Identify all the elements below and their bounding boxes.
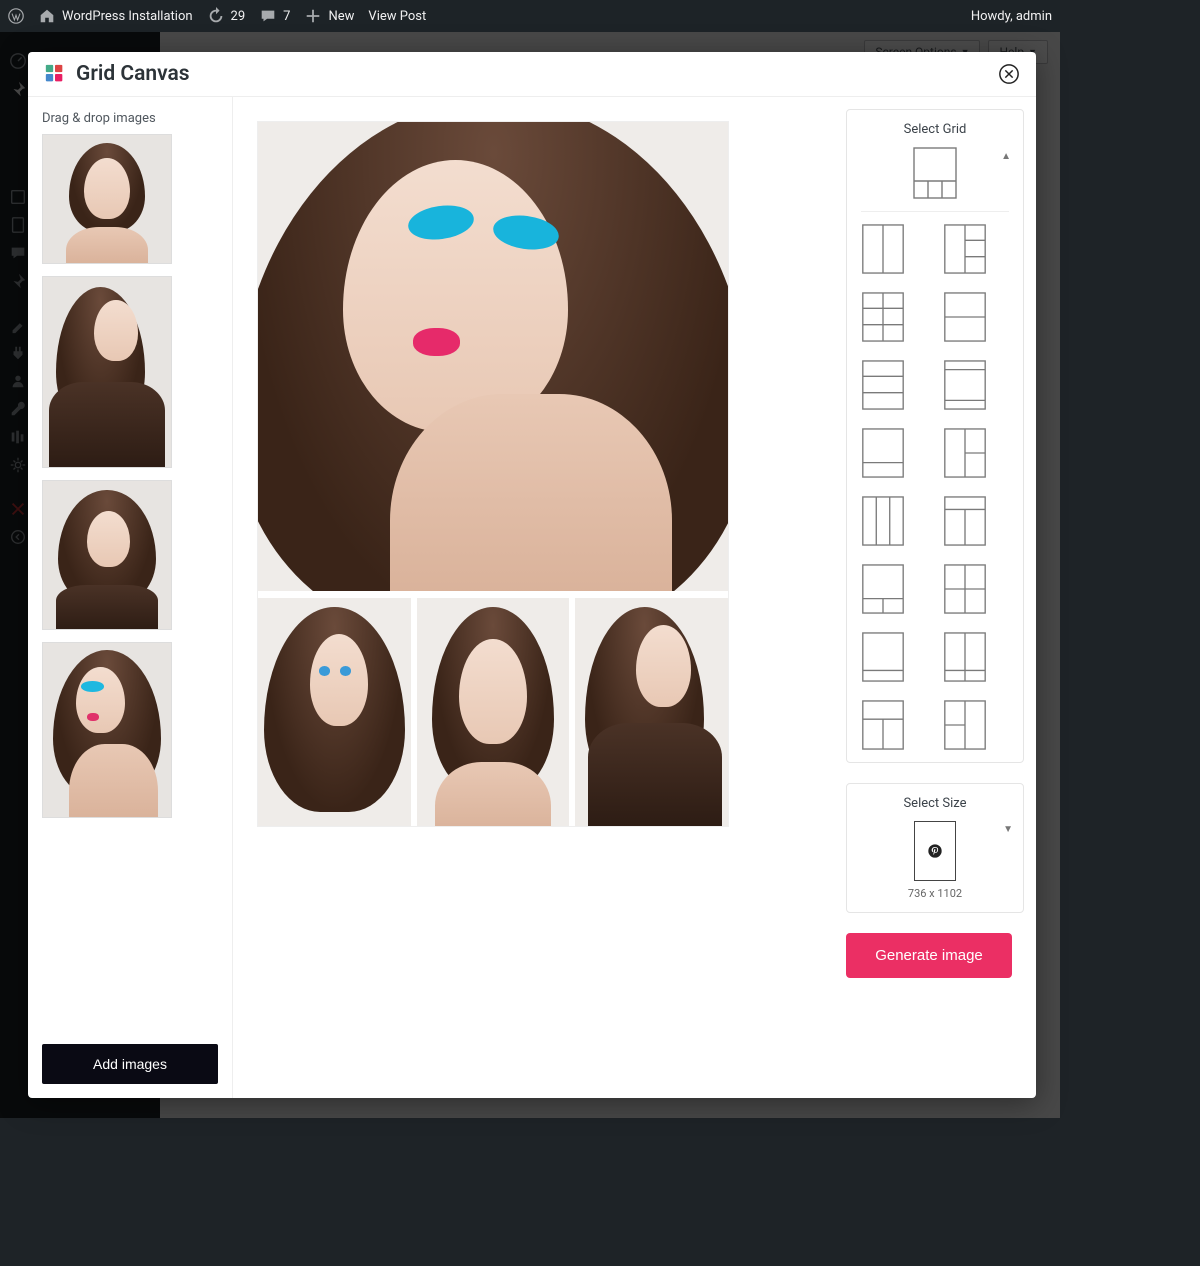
refresh-icon: [207, 7, 225, 25]
source-thumb[interactable]: [42, 134, 172, 264]
grid-layout-option[interactable]: [943, 700, 1009, 750]
grid-canvas-logo-icon: [44, 63, 66, 85]
grid-layout-option[interactable]: [943, 632, 1009, 682]
grid-layout-option[interactable]: [861, 564, 927, 614]
generate-image-button[interactable]: Generate image: [846, 933, 1012, 978]
comments-count: 7: [283, 9, 290, 24]
wp-logo-icon[interactable]: [8, 8, 24, 24]
plus-icon: [304, 7, 322, 25]
modal-title: Grid Canvas: [76, 62, 190, 86]
right-panel: Select Grid ▲: [846, 97, 1036, 1098]
chevron-up-icon: ▲: [1001, 151, 1011, 162]
grid-layout-option[interactable]: [943, 428, 1009, 478]
select-size-title: Select Size: [861, 796, 1009, 811]
grid-cell-main[interactable]: [258, 122, 728, 592]
thumbs-list: [42, 134, 218, 1028]
select-size-card[interactable]: Select Size 736 x 1102 ▼: [846, 783, 1024, 913]
grid-layout-option[interactable]: [943, 224, 1009, 274]
view-post[interactable]: View Post: [368, 9, 426, 24]
drag-drop-hint: Drag & drop images: [42, 111, 218, 126]
thumbs-panel: Drag & drop images: [28, 97, 233, 1098]
canvas-area: [233, 97, 846, 1098]
grid-cell-small[interactable]: [258, 598, 411, 826]
grid-layout-option[interactable]: [943, 292, 1009, 342]
grid-canvas-modal: Grid Canvas Drag & drop images: [28, 52, 1036, 1098]
howdy-user[interactable]: Howdy, admin: [971, 9, 1052, 24]
pinterest-icon: [927, 843, 943, 859]
wp-admin-bar: WordPress Installation 29 7 New View Pos…: [0, 0, 1060, 32]
select-grid-card: Select Grid ▲: [846, 109, 1024, 763]
comments[interactable]: 7: [259, 7, 290, 25]
home-icon: [38, 7, 56, 25]
site-title: WordPress Installation: [62, 9, 193, 24]
close-icon[interactable]: [998, 63, 1020, 85]
comment-icon: [259, 7, 277, 25]
select-grid-title: Select Grid: [861, 122, 1009, 137]
grid-layout-option[interactable]: [861, 292, 927, 342]
grid-canvas[interactable]: [257, 121, 729, 827]
grid-cell-small[interactable]: [575, 598, 728, 826]
updates-count: 29: [231, 9, 246, 24]
chevron-down-icon: ▼: [1003, 824, 1013, 835]
new-item[interactable]: New: [304, 7, 354, 25]
size-preview: [914, 821, 956, 881]
grid-layout-option[interactable]: [861, 700, 927, 750]
site-home[interactable]: WordPress Installation: [38, 7, 193, 25]
grid-layout-option[interactable]: [861, 496, 927, 546]
grid-layout-option[interactable]: [943, 564, 1009, 614]
grid-layout-option[interactable]: [861, 360, 927, 410]
grid-layout-option[interactable]: [861, 632, 927, 682]
grid-cell-small[interactable]: [417, 598, 570, 826]
updates[interactable]: 29: [207, 7, 246, 25]
grid-options: [861, 224, 1009, 750]
grid-layout-option[interactable]: [943, 360, 1009, 410]
grid-current[interactable]: ▲: [861, 147, 1009, 199]
new-label: New: [328, 9, 354, 24]
add-images-button[interactable]: Add images: [42, 1044, 218, 1084]
grid-layout-option[interactable]: [943, 496, 1009, 546]
modal-header: Grid Canvas: [28, 52, 1036, 97]
source-thumb[interactable]: [42, 276, 172, 468]
grid-layout-option[interactable]: [861, 428, 927, 478]
source-thumb[interactable]: [42, 480, 172, 630]
size-dimensions: 736 x 1102: [861, 887, 1009, 900]
source-thumb[interactable]: [42, 642, 172, 818]
grid-layout-option[interactable]: [861, 224, 927, 274]
